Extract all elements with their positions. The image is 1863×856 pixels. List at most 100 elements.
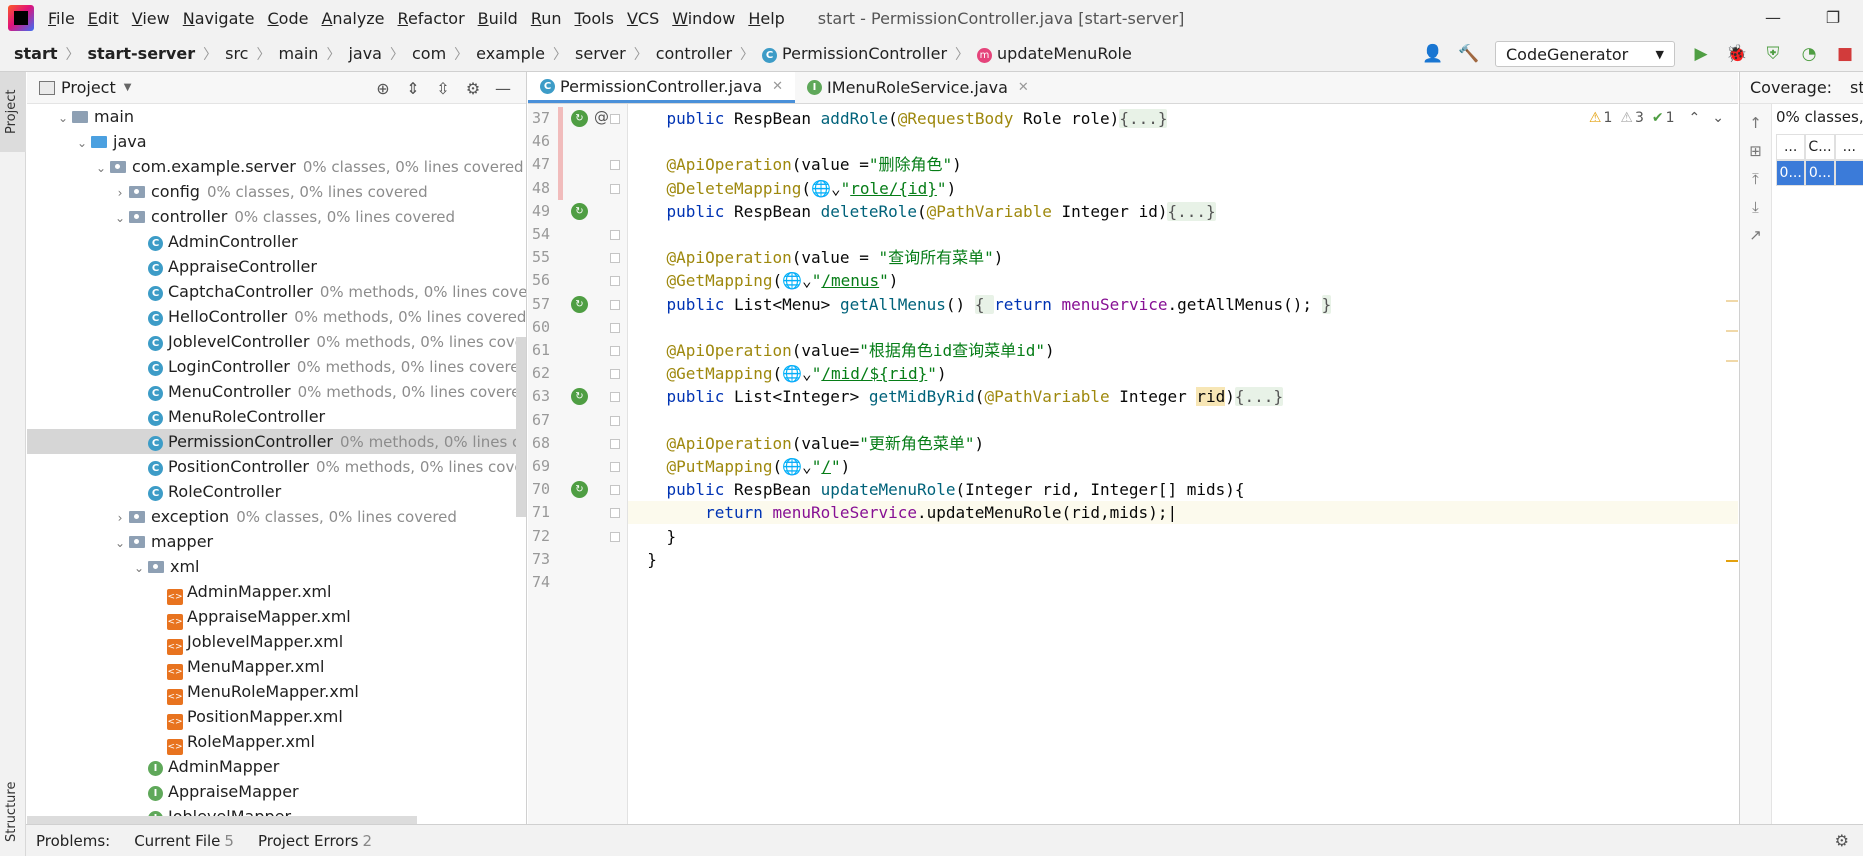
chevron-icon[interactable]: ⌄: [111, 206, 129, 231]
tree-row[interactable]: C PositionController 0% methods, 0% lines …: [27, 454, 526, 479]
breadcrumb-item[interactable]: start: [14, 44, 58, 63]
minimize-icon[interactable]: —: [1743, 0, 1803, 36]
chevron-icon[interactable]: ⌄: [54, 106, 72, 131]
table-header-cell[interactable]: ...: [1776, 134, 1806, 160]
tree-row[interactable]: C CaptchaController 0% methods, 0% lines c…: [27, 279, 526, 304]
current-file-tab[interactable]: Current File 5: [134, 832, 234, 850]
arrow-up-icon[interactable]: ↑: [1740, 114, 1771, 132]
fold-marker-icon[interactable]: [610, 346, 620, 356]
table-header-cell[interactable]: ...: [1834, 134, 1863, 160]
coverage-tab[interactable]: star: [1850, 78, 1863, 97]
menu-item-tools[interactable]: Tools: [575, 9, 614, 28]
error-stripe[interactable]: [1726, 104, 1738, 824]
chevron-up-icon[interactable]: ⌃: [1689, 110, 1701, 126]
menu-item-refactor[interactable]: Refactor: [398, 9, 465, 28]
gear-icon[interactable]: ⚙: [1835, 831, 1849, 850]
tree-row[interactable]: ⌄ xml: [27, 554, 526, 581]
flatten-icon[interactable]: ⊞: [1740, 142, 1771, 160]
table-header-cell[interactable]: C...: [1805, 134, 1835, 160]
chevron-down-icon[interactable]: ▼: [124, 82, 132, 93]
run-method-icon[interactable]: ↻: [571, 388, 588, 406]
restore-icon[interactable]: ❐: [1803, 0, 1863, 36]
fold-marker-icon[interactable]: [610, 438, 620, 449]
fold-marker-icon[interactable]: [610, 415, 620, 426]
gear-icon[interactable]: ⚙: [458, 79, 488, 98]
tree-vertical-scrollbar[interactable]: [516, 337, 526, 517]
tree-row[interactable]: <> MenuMapper.xml: [27, 654, 526, 680]
fold-marker-icon[interactable]: [610, 392, 620, 403]
annotation-icon[interactable]: @: [594, 108, 609, 126]
tree-row[interactable]: C AppraiseController: [27, 254, 526, 279]
project-errors-tab[interactable]: Project Errors 2: [258, 832, 372, 850]
tree-row[interactable]: C HelloController 0% methods, 0% lines cov…: [27, 304, 526, 329]
structure-tab-label[interactable]: Structure: [4, 782, 19, 842]
tree-row[interactable]: › exception 0% classes, 0% lines covered: [27, 504, 526, 531]
tree-row[interactable]: I AppraiseMapper: [27, 779, 526, 804]
chevron-icon[interactable]: ⌄: [92, 156, 110, 181]
breadcrumb-item[interactable]: java: [348, 44, 382, 63]
fold-marker-icon[interactable]: [610, 183, 620, 194]
menu-item-edit[interactable]: Edit: [88, 9, 119, 28]
expand-all-icon[interactable]: ⇕: [398, 79, 428, 98]
close-icon[interactable]: ✕: [772, 79, 783, 94]
menu-item-window[interactable]: Window: [672, 9, 735, 28]
breadcrumb-item[interactable]: controller: [656, 44, 732, 63]
chevron-icon[interactable]: ›: [111, 181, 129, 206]
run-method-icon[interactable]: ↻: [571, 481, 588, 499]
fold-marker-icon[interactable]: [610, 531, 620, 542]
folded-region[interactable]: {...}: [1119, 109, 1168, 128]
breadcrumb-item[interactable]: start-server: [88, 44, 196, 63]
hide-icon[interactable]: —: [488, 79, 518, 98]
tree-row[interactable]: <> MenuRoleMapper.xml: [27, 679, 526, 705]
inspection-widget[interactable]: ⚠ 1 ⚠ 3 ✔ 1 ⌃ ⌄: [1581, 110, 1724, 126]
menu-item-vcs[interactable]: VCS: [627, 9, 659, 28]
menu-item-analyze[interactable]: Analyze: [321, 9, 384, 28]
tree-row[interactable]: <> AdminMapper.xml: [27, 579, 526, 605]
run-icon[interactable]: ▶: [1686, 44, 1716, 64]
breadcrumb-item[interactable]: com: [412, 44, 446, 63]
build-hammer-icon[interactable]: 🔨: [1454, 44, 1484, 64]
breadcrumb-item[interactable]: C PermissionController: [762, 44, 947, 63]
close-icon[interactable]: ✕: [1018, 80, 1029, 95]
external-link-icon[interactable]: ↗: [1740, 226, 1771, 244]
tree-row[interactable]: <> AppraiseMapper.xml: [27, 604, 526, 630]
tree-row[interactable]: ⌄ com.example.server 0% classes, 0% lines …: [27, 154, 526, 181]
tree-row[interactable]: ⌄ mapper: [27, 529, 526, 554]
tree-row[interactable]: <> JoblevelMapper.xml: [27, 629, 526, 655]
fold-marker-icon[interactable]: [610, 276, 620, 287]
collapse-all-icon[interactable]: ⇳: [428, 79, 458, 98]
folded-region[interactable]: }: [1321, 294, 1332, 314]
fold-marker-icon[interactable]: [610, 322, 620, 333]
tree-row[interactable]: <> PositionMapper.xml: [27, 704, 526, 730]
chevron-icon[interactable]: ›: [111, 506, 129, 531]
debug-icon[interactable]: 🐞: [1722, 44, 1752, 64]
tree-row[interactable]: C JoblevelController 0% methods, 0% lines …: [27, 329, 526, 354]
fold-marker-icon[interactable]: [610, 462, 620, 472]
tree-row[interactable]: C RoleController: [27, 479, 526, 504]
editor-tab[interactable]: C PermissionController.java ✕: [528, 72, 796, 103]
tree-row[interactable]: <> RoleMapper.xml: [27, 729, 526, 755]
fold-marker-icon[interactable]: [610, 508, 620, 519]
user-icon[interactable]: 👤: [1418, 44, 1448, 64]
fold-marker-icon[interactable]: [610, 114, 620, 124]
tree-row[interactable]: ⌄ controller 0% classes, 0% lines covered: [27, 204, 526, 231]
run-config-select[interactable]: CodeGenerator ▼: [1495, 41, 1675, 67]
export-icon[interactable]: ⤓: [1740, 198, 1771, 216]
menu-item-run[interactable]: Run: [531, 9, 562, 28]
import-icon[interactable]: ⤒: [1740, 170, 1771, 188]
fold-marker-icon[interactable]: [610, 230, 620, 240]
chevron-icon[interactable]: ⌄: [130, 556, 148, 581]
breadcrumb-item[interactable]: server: [575, 44, 626, 63]
tree-row[interactable]: ⌄ main: [27, 104, 526, 131]
table-row[interactable]: 0... 0...: [1776, 160, 1863, 186]
project-tab-label[interactable]: Project: [4, 90, 19, 134]
menu-item-file[interactable]: File: [48, 9, 75, 28]
folded-region[interactable]: {: [974, 294, 995, 314]
breadcrumb-item[interactable]: src: [225, 44, 248, 63]
tree-row[interactable]: ⌄ java: [27, 129, 526, 154]
tree-row[interactable]: I AdminMapper: [27, 754, 526, 779]
change-marker[interactable]: [558, 107, 563, 200]
chevron-down-icon[interactable]: ⌄: [1712, 110, 1724, 126]
code-area[interactable]: public RespBean addRole(@RequestBody Rol…: [628, 104, 1738, 824]
tree-row[interactable]: C AdminController: [27, 229, 526, 254]
